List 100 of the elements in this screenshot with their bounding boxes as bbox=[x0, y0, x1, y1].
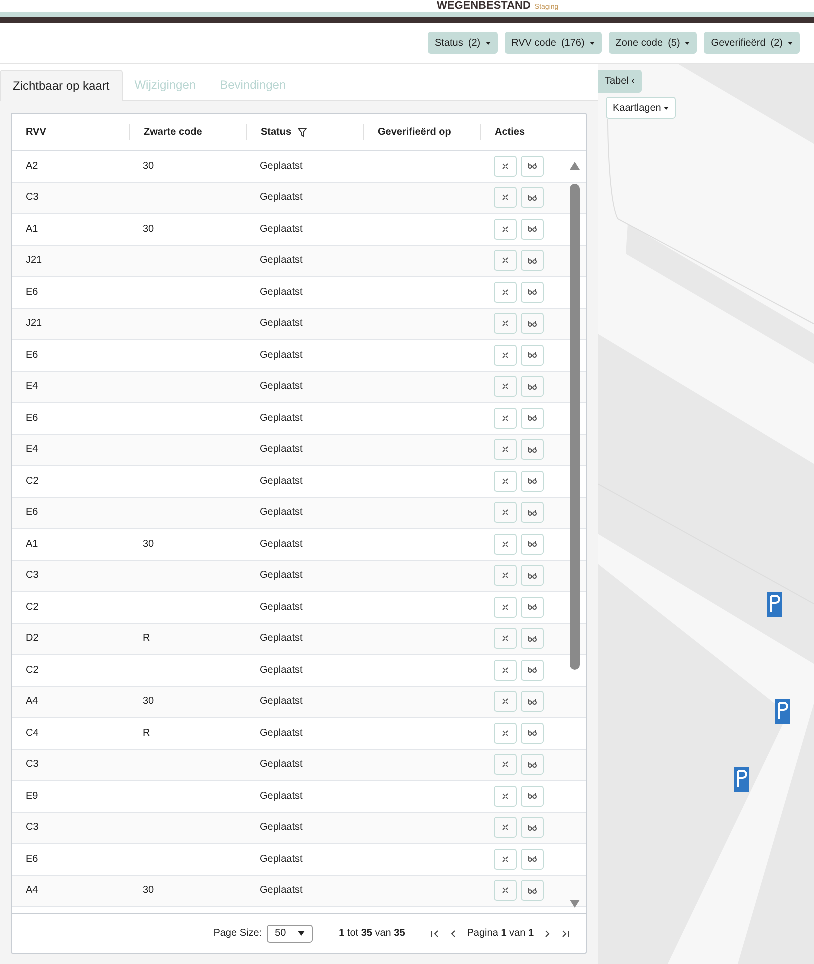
filter-dropdown[interactable]: Geverifieërd (2) bbox=[704, 32, 800, 54]
crosshair-icon bbox=[502, 320, 509, 328]
glasses-icon bbox=[528, 541, 537, 548]
glasses-icon bbox=[528, 856, 537, 862]
glasses-icon bbox=[528, 824, 537, 831]
crosshair-icon bbox=[502, 635, 509, 642]
table-cell: C3 bbox=[26, 570, 39, 582]
view-button[interactable] bbox=[521, 408, 544, 429]
view-button[interactable] bbox=[521, 786, 544, 807]
view-button[interactable] bbox=[521, 596, 544, 618]
view-button[interactable] bbox=[521, 565, 544, 586]
table-cell: A1 bbox=[26, 538, 38, 550]
table-cell: Geplaatst bbox=[260, 790, 303, 802]
glasses-icon bbox=[528, 163, 537, 170]
table-cell: E6 bbox=[26, 854, 38, 865]
view-button[interactable] bbox=[521, 628, 544, 650]
glasses-icon bbox=[528, 762, 537, 768]
crosshair-icon bbox=[502, 383, 509, 390]
glasses-icon bbox=[528, 510, 537, 516]
scroll-up-icon[interactable] bbox=[570, 162, 580, 170]
view-button[interactable] bbox=[521, 282, 544, 303]
view-button[interactable] bbox=[521, 250, 544, 272]
glasses-icon bbox=[528, 730, 537, 736]
view-button[interactable] bbox=[521, 660, 544, 681]
view-button[interactable] bbox=[521, 817, 544, 838]
crosshair-icon bbox=[502, 698, 509, 706]
crosshair-icon bbox=[502, 162, 509, 170]
view-button[interactable] bbox=[521, 502, 544, 524]
view-button[interactable] bbox=[521, 534, 544, 555]
table-cell: Geplaatst bbox=[260, 224, 303, 235]
crosshair-icon bbox=[502, 352, 509, 359]
table-cell: J21 bbox=[26, 318, 42, 330]
table-cell: J21 bbox=[26, 255, 42, 266]
glasses-icon bbox=[528, 667, 537, 674]
table-cell: Geplaatst bbox=[260, 318, 303, 330]
table-cell: D2 bbox=[26, 633, 39, 644]
view-button[interactable] bbox=[521, 722, 544, 744]
column-header[interactable]: RVV bbox=[26, 124, 46, 140]
table-cell: 30 bbox=[143, 160, 154, 172]
scroll-down-icon[interactable] bbox=[570, 900, 580, 908]
view-button[interactable] bbox=[521, 376, 544, 398]
table-cell: A2 bbox=[26, 160, 38, 172]
table-cell: Geplaatst bbox=[260, 885, 303, 896]
view-button[interactable] bbox=[521, 344, 544, 366]
glasses-icon bbox=[528, 289, 537, 296]
table-cell: 30 bbox=[143, 696, 154, 708]
glasses-icon bbox=[528, 572, 537, 579]
glasses-icon bbox=[528, 194, 537, 201]
view-button[interactable] bbox=[521, 470, 544, 492]
table-cell: Geplaatst bbox=[260, 381, 303, 392]
table-cell: 30 bbox=[143, 538, 154, 550]
row-range-text: 1 tot 35 van 35 bbox=[339, 927, 406, 941]
table-cell: A4 bbox=[26, 696, 38, 708]
view-button[interactable] bbox=[521, 187, 544, 208]
next-page-icon[interactable] bbox=[544, 930, 552, 938]
crosshair-icon bbox=[502, 446, 509, 454]
table-cell: E6 bbox=[26, 507, 38, 518]
view-button[interactable] bbox=[521, 439, 544, 460]
table-cell: C2 bbox=[26, 476, 39, 487]
last-page-icon[interactable] bbox=[562, 930, 570, 938]
map-layers-button[interactable]: Kaartlagen bbox=[606, 97, 676, 119]
table-cell: 30 bbox=[143, 224, 154, 235]
page-indicator: Pagina 1 van 1 bbox=[467, 927, 534, 941]
view-button[interactable] bbox=[521, 156, 544, 177]
view-button[interactable] bbox=[521, 218, 544, 240]
view-button[interactable] bbox=[521, 880, 544, 902]
caret-icon bbox=[685, 42, 690, 44]
table-cell: E6 bbox=[26, 350, 38, 361]
column-header[interactable]: Acties bbox=[495, 124, 526, 140]
table-toggle-button[interactable]: Tabel ‹ bbox=[598, 70, 642, 93]
first-page-icon[interactable] bbox=[431, 930, 440, 938]
table-cell: Geplaatst bbox=[260, 570, 303, 582]
page-size-label: Page Size: bbox=[214, 927, 262, 941]
column-header[interactable]: Status bbox=[261, 124, 292, 140]
view-button[interactable] bbox=[521, 848, 544, 870]
table-cell: E4 bbox=[26, 444, 38, 456]
filter-dropdown[interactable]: Status (2) bbox=[428, 32, 498, 54]
view-button[interactable] bbox=[521, 313, 544, 334]
glasses-icon bbox=[528, 793, 537, 800]
filter-icon[interactable] bbox=[298, 128, 307, 136]
column-header[interactable]: Geverifieërd op bbox=[378, 124, 452, 140]
caret-icon bbox=[298, 931, 306, 936]
caret-icon bbox=[590, 42, 595, 44]
filter-dropdown[interactable]: RVV code (176) bbox=[504, 32, 602, 54]
view-button[interactable] bbox=[521, 754, 544, 776]
table-cell: Geplaatst bbox=[260, 412, 303, 424]
table-cell: Geplaatst bbox=[260, 160, 303, 172]
caret-icon bbox=[664, 106, 670, 110]
tab[interactable]: Zichtbaar op kaart bbox=[0, 70, 123, 101]
table-cell: Geplaatst bbox=[260, 350, 303, 361]
glasses-icon bbox=[528, 320, 537, 327]
table-cell: E9 bbox=[26, 790, 38, 802]
previous-page-icon[interactable] bbox=[449, 930, 458, 938]
filter-dropdown[interactable]: Zone code (5) bbox=[608, 32, 698, 54]
scrollbar[interactable] bbox=[570, 162, 580, 908]
crosshair-icon bbox=[502, 572, 509, 580]
page-size-select[interactable]: 50 bbox=[267, 924, 314, 942]
view-button[interactable] bbox=[521, 691, 544, 712]
glasses-icon bbox=[528, 636, 537, 642]
column-header[interactable]: Zwarte code bbox=[144, 124, 202, 140]
